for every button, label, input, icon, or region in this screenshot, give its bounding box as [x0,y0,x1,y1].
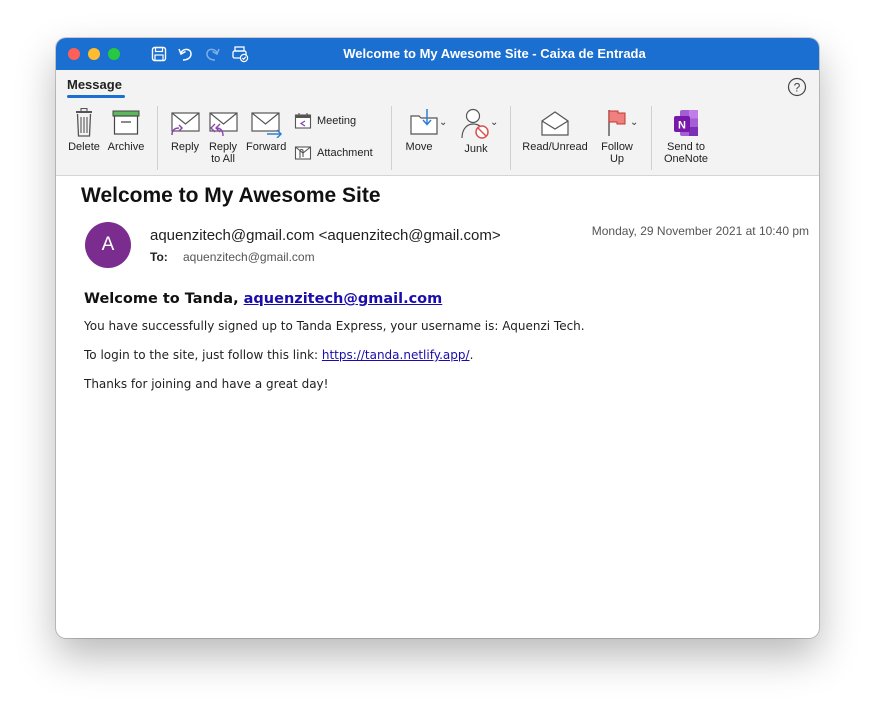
help-icon[interactable]: ? [787,77,807,97]
forward-label: Forward [246,141,287,153]
greeting-line: Welcome to Tanda, aquenzitech@gmail.com [84,291,784,307]
reply-button[interactable]: Reply [166,110,204,153]
active-tab-indicator [67,95,125,98]
junk-button[interactable]: Junk [456,108,496,155]
ribbon-separator [157,106,158,170]
svg-text:N: N [678,120,686,132]
flag-icon [608,110,626,136]
meeting-button[interactable]: Meeting [294,112,356,130]
delete-label: Delete [68,141,100,153]
title-bar: Welcome to My Awesome Site - Caixa de En… [56,38,819,70]
message-subject: Welcome to My Awesome Site [81,184,381,207]
move-button[interactable]: Move [402,108,448,153]
mail-window: Welcome to My Awesome Site - Caixa de En… [56,38,819,638]
paperclip-icon [294,146,312,160]
sender-address[interactable]: aquenzitech@gmail.com <aquenzitech@gmail… [150,227,501,244]
greeting-text: Welcome to Tanda, [84,291,244,307]
meeting-label: Meeting [317,115,357,127]
reply-all-icon [209,112,238,137]
move-chevron-down-icon[interactable]: ⌄ [439,117,447,128]
attachment-label: Attachment [317,147,373,159]
body-line-login: To login to the site, just follow this l… [84,348,784,362]
forward-icon [251,112,283,138]
reply-label: Reply [170,141,200,153]
onenote-label-1: Send to [667,141,705,153]
message-date: Monday, 29 November 2021 at 10:40 pm [591,224,809,238]
trash-icon [76,108,92,137]
archive-box-icon [112,110,140,135]
ribbon-separator [510,106,511,170]
send-to-onenote-button[interactable]: N Send to OneNote [661,108,711,165]
message-body: Welcome to Tanda, aquenzitech@gmail.com … [84,291,784,406]
read-unread-button[interactable]: Read/Unread [520,110,590,153]
read-unread-label: Read/Unread [522,141,588,153]
junk-person-icon [461,108,489,139]
site-link[interactable]: https://tanda.netlify.app/ [322,348,470,362]
follow-up-label-2: Up [609,153,625,165]
follow-up-chevron-down-icon[interactable]: ⌄ [630,117,638,128]
reply-icon [171,112,200,136]
body-line-thanks: Thanks for joining and have a great day! [84,377,329,391]
reply-all-label-2: to All [211,153,235,165]
login-period: . [469,348,474,362]
recipient-address[interactable]: aquenzitech@gmail.com [183,250,315,264]
open-envelope-icon [541,111,569,136]
to-label: To: [150,250,168,264]
login-text: To login to the site, just follow this l… [84,348,322,362]
junk-label: Junk [464,143,488,155]
tab-message[interactable]: Message [67,77,122,92]
window-title: Welcome to My Awesome Site - Caixa de En… [343,46,646,61]
archive-label: Archive [107,141,145,153]
body-line-username: You have successfully signed up to Tanda… [84,319,585,333]
follow-up-label-1: Follow [601,141,633,153]
greeting-email-link[interactable]: aquenzitech@gmail.com [244,291,443,307]
archive-button[interactable]: Archive [106,108,146,153]
reply-all-label-1: Reply [208,141,238,153]
move-label: Move [405,141,433,153]
attachment-button[interactable]: Attachment [294,144,373,162]
reply-all-button[interactable]: Reply to All [204,110,242,165]
onenote-icon: N [674,110,698,136]
calendar-reply-icon [294,113,312,129]
move-folder-icon [410,109,438,135]
sender-avatar: A [85,222,131,268]
ribbon-separator [391,106,392,170]
delete-button[interactable]: Delete [64,108,104,153]
ribbon-separator [651,106,652,170]
onenote-label-2: OneNote [663,153,709,165]
forward-button[interactable]: Forward [246,110,286,153]
svg-text:?: ? [794,81,801,95]
junk-chevron-down-icon[interactable]: ⌄ [490,117,498,128]
